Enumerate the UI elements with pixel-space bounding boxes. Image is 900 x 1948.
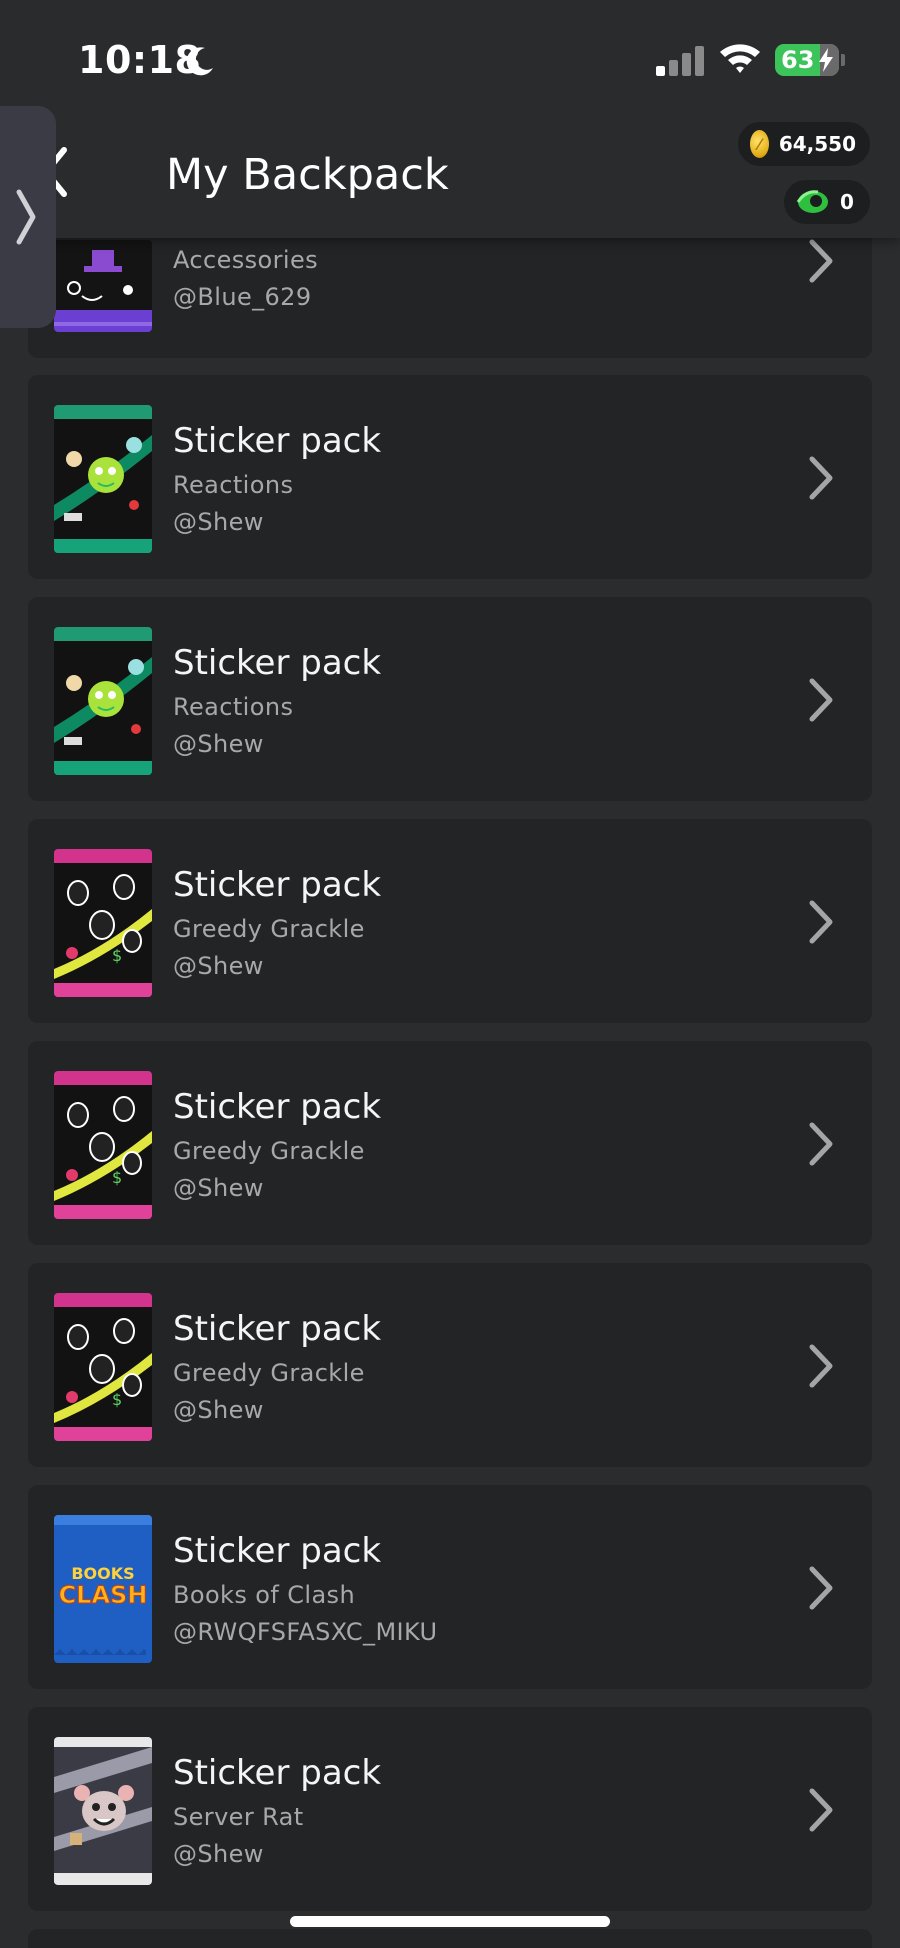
moon-icon	[186, 47, 213, 76]
chevron-right-icon	[809, 678, 833, 722]
battery-level: 63	[781, 46, 815, 74]
orb-balance-badge[interactable]: 0	[784, 180, 870, 224]
chevron-right-icon	[809, 1122, 833, 1166]
greedy-grackle-pack-thumbnail: $	[54, 1071, 152, 1219]
item-title: Sticker pack	[173, 1309, 382, 1349]
chevron-right-icon	[809, 239, 833, 283]
item-subtitle: Greedy Grackle	[173, 1137, 365, 1165]
list-item[interactable]: $ Sticker pack Greedy Grackle @Shew	[28, 1041, 872, 1245]
item-owner: @RWQFSFASXC_MIKU	[173, 1618, 438, 1646]
chevron-right-icon	[809, 1344, 833, 1388]
svg-text:$: $	[112, 946, 122, 965]
page-title: My Backpack	[166, 150, 449, 200]
chevron-right-icon	[16, 189, 36, 245]
item-subtitle: Server Rat	[173, 1803, 304, 1831]
item-owner: @Shew	[173, 1396, 264, 1424]
item-owner: @Blue_629	[173, 283, 312, 311]
chevron-right-icon	[809, 456, 833, 500]
gold-balance: 64,550	[778, 132, 856, 156]
item-subtitle: Reactions	[173, 693, 294, 721]
reactions-pack-thumbnail	[54, 405, 152, 553]
item-title: Sticker pack	[173, 1753, 382, 1793]
accessory-pack-thumbnail	[54, 240, 152, 332]
list-item[interactable]: BOOKS CLASH Sticker pack Books of Clash …	[28, 1485, 872, 1689]
list-item[interactable]: Sticker pack Reactions @Shew	[28, 597, 872, 801]
list-item[interactable]	[28, 1929, 872, 1948]
gold-balance-badge[interactable]: ⁄ 64,550	[738, 122, 870, 166]
books-of-clash-pack-thumbnail: BOOKS CLASH	[54, 1515, 152, 1663]
item-title: Sticker pack	[173, 643, 382, 683]
item-owner: @Shew	[173, 1174, 264, 1202]
chevron-right-icon	[809, 1566, 833, 1610]
list-item[interactable]: Sticker pack Reactions @Shew	[28, 375, 872, 579]
reactions-pack-thumbnail	[54, 627, 152, 775]
item-subtitle: Greedy Grackle	[173, 1359, 365, 1387]
svg-text:$: $	[112, 1390, 122, 1409]
list-item[interactable]: Sticker pack Server Rat @Shew	[28, 1707, 872, 1911]
item-subtitle: Books of Clash	[173, 1581, 356, 1609]
item-title: Sticker pack	[173, 1087, 382, 1127]
item-title: Sticker pack	[173, 421, 382, 461]
item-title: Sticker pack	[173, 865, 382, 905]
item-owner: @Shew	[173, 730, 264, 758]
item-subtitle: Reactions	[173, 471, 294, 499]
greedy-grackle-pack-thumbnail: $	[54, 849, 152, 997]
cellular-signal-icon	[656, 44, 704, 76]
item-title: Sticker pack	[173, 1531, 382, 1571]
server-rat-pack-thumbnail	[54, 1737, 152, 1885]
item-subtitle: Greedy Grackle	[173, 915, 365, 943]
item-owner: @Shew	[173, 508, 264, 536]
home-indicator[interactable]	[290, 1916, 610, 1927]
top-app-bar: My Backpack ⁄ 64,550 0	[0, 110, 900, 238]
list-item[interactable]: $ Sticker pack Greedy Grackle @Shew	[28, 1263, 872, 1467]
gold-coin-icon: ⁄	[750, 130, 769, 158]
status-bar: 10:18 63	[0, 0, 900, 110]
svg-text:$: $	[112, 1168, 122, 1187]
chevron-right-icon	[809, 1788, 833, 1832]
wifi-icon	[720, 44, 760, 73]
side-drawer-handle[interactable]	[0, 106, 56, 328]
green-orb-icon	[796, 190, 828, 213]
greedy-grackle-pack-thumbnail: $	[54, 1293, 152, 1441]
chevron-right-icon	[809, 900, 833, 944]
item-subtitle: Accessories	[173, 246, 319, 274]
item-owner: @Shew	[173, 1840, 264, 1868]
battery-nub	[841, 54, 845, 66]
list-item[interactable]: $ Sticker pack Greedy Grackle @Shew	[28, 819, 872, 1023]
item-owner: @Shew	[173, 952, 264, 980]
charging-bolt-icon	[819, 48, 833, 72]
battery-icon: 63	[775, 44, 839, 76]
pack-art-word-clash: CLASH	[59, 1581, 148, 1609]
orb-balance: 0	[840, 190, 854, 214]
backpack-screen: Accessories @Blue_629 Sticker pack React…	[0, 0, 900, 1948]
